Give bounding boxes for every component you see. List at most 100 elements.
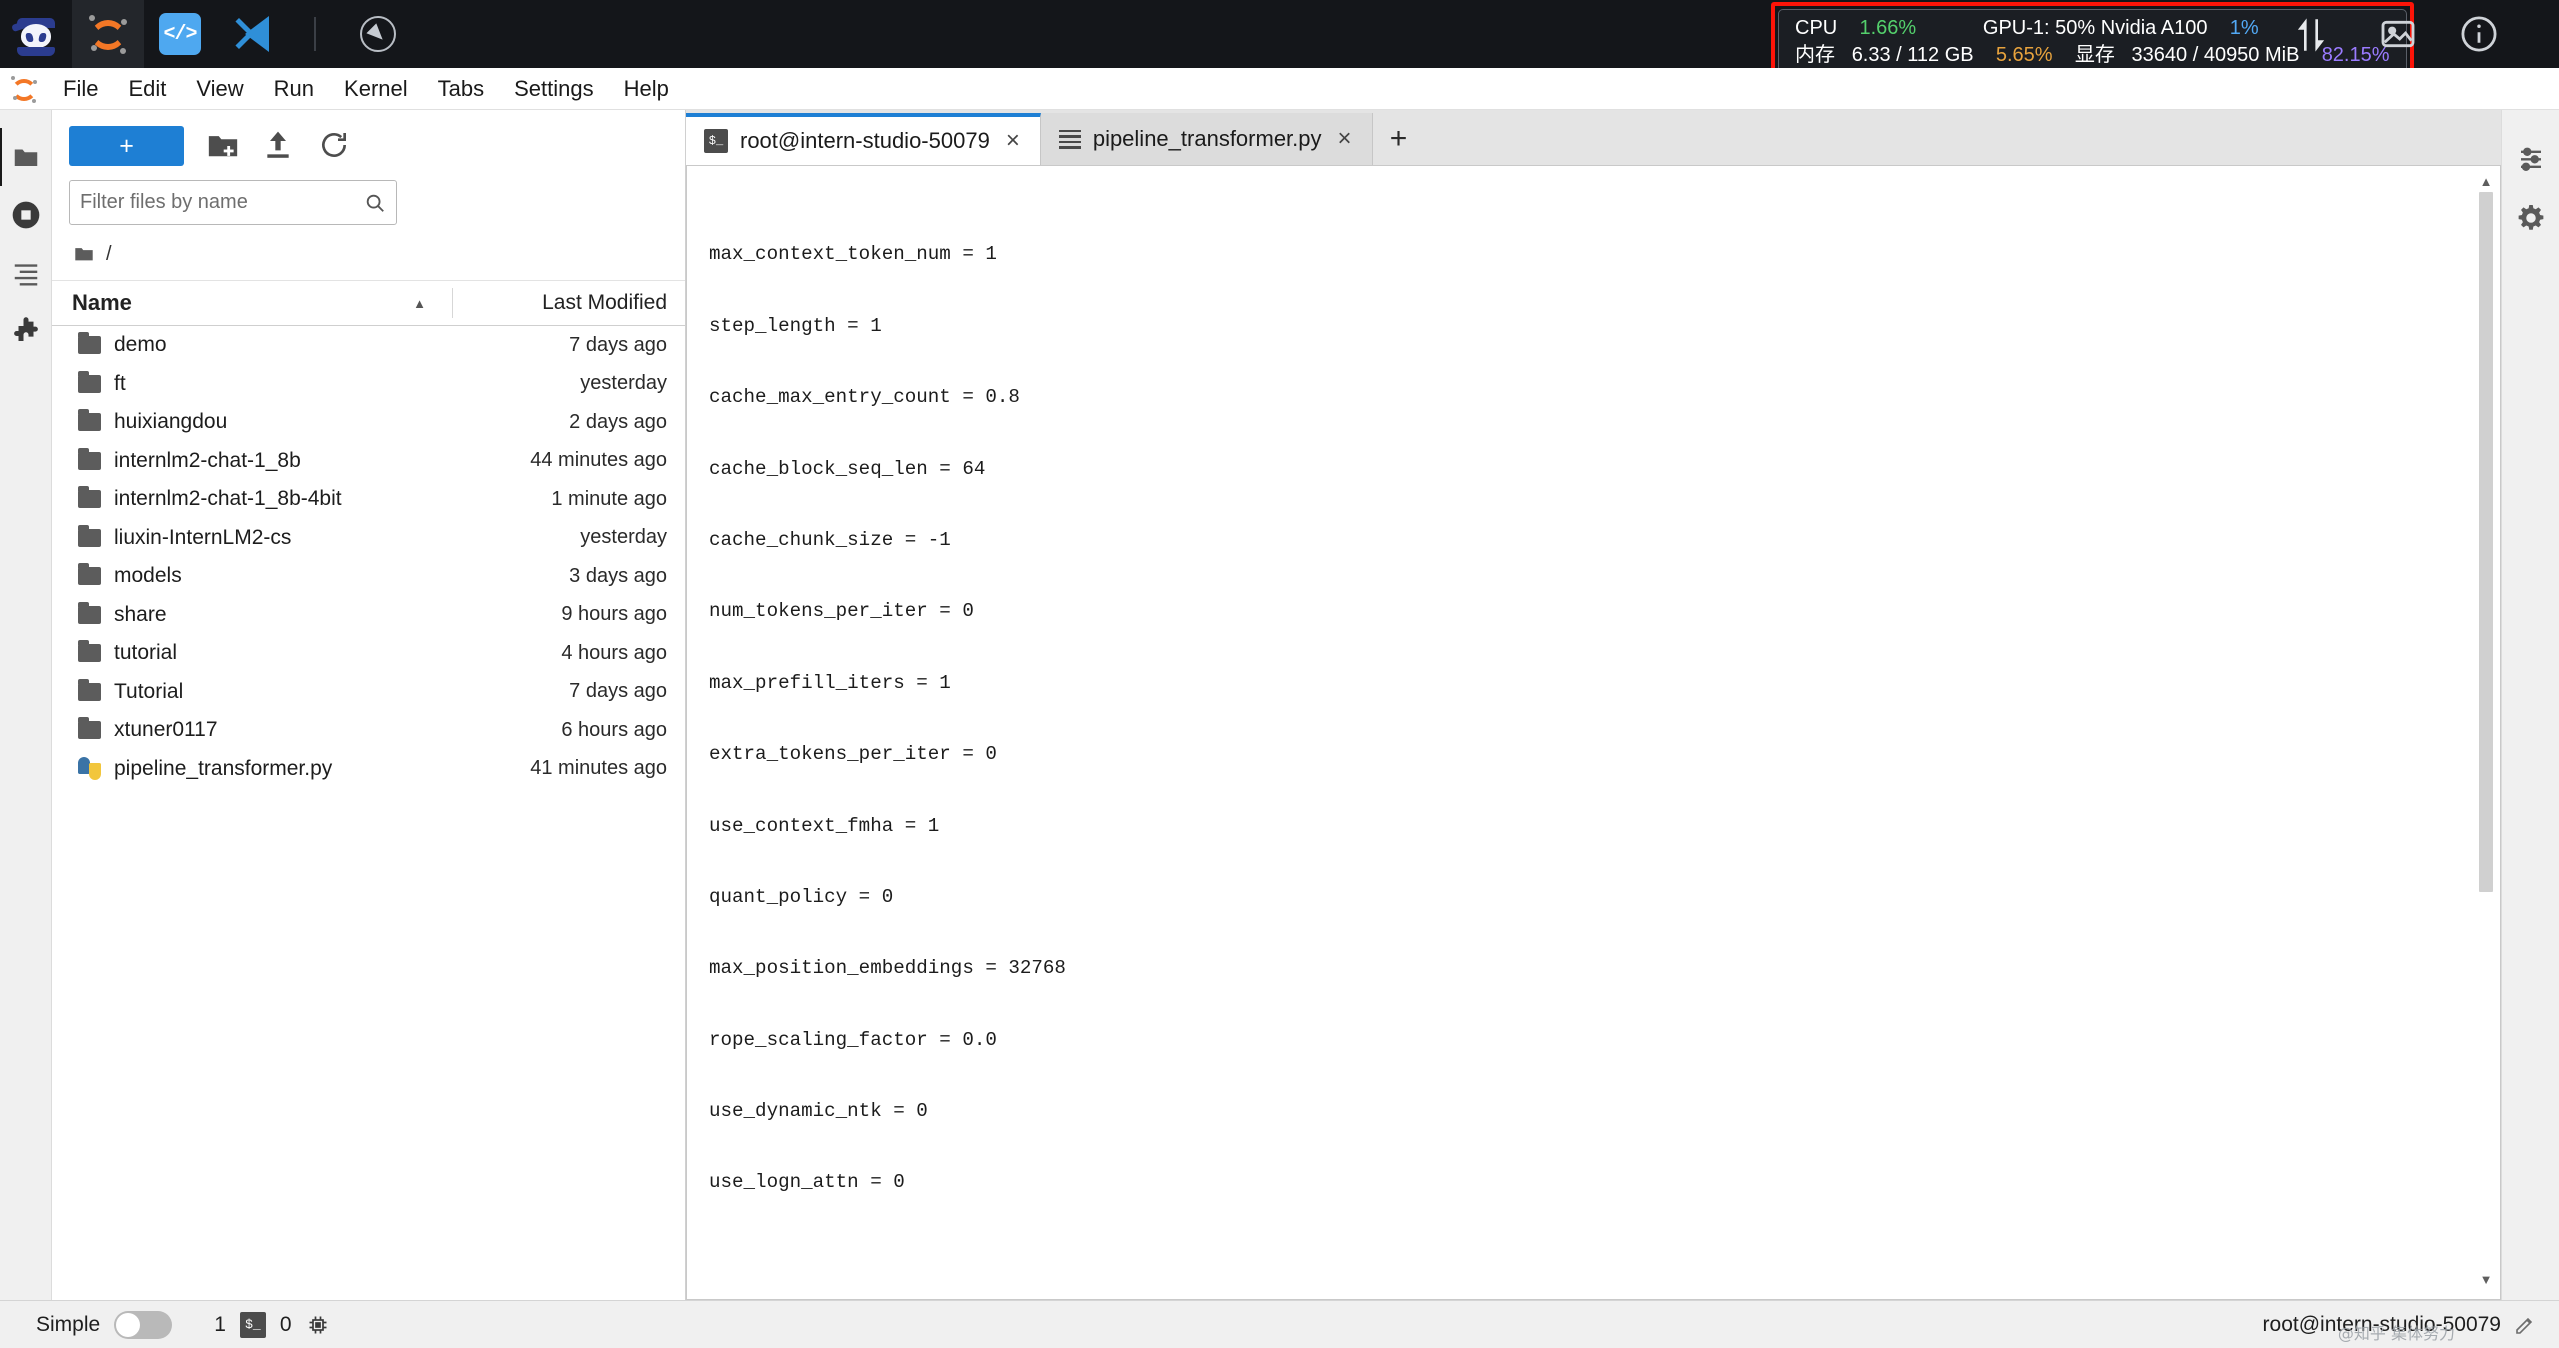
- filter-box[interactable]: [69, 180, 397, 225]
- tab-terminal[interactable]: $_ root@intern-studio-50079 ×: [686, 113, 1041, 165]
- config-line: max_context_token_num = 1: [709, 243, 997, 266]
- column-header-name[interactable]: Name: [72, 290, 413, 316]
- config-line: num_tokens_per_iter = 0: [709, 600, 974, 623]
- file-row-name-cell: share: [78, 601, 561, 627]
- file-row-name-cell: ft: [78, 370, 580, 396]
- file-name-label: xtuner0117: [114, 718, 218, 742]
- menu-file[interactable]: File: [48, 72, 113, 106]
- column-header-last-modified[interactable]: Last Modified: [467, 291, 667, 315]
- file-row[interactable]: liuxin-InternLM2-cs yesterday: [52, 519, 685, 558]
- watermark-text: @知乎 集体努力: [2337, 1324, 2455, 1343]
- menu-help[interactable]: Help: [609, 72, 684, 106]
- file-row-name-cell: models: [78, 563, 569, 588]
- folder-icon: [78, 601, 101, 624]
- scrollbar-track[interactable]: [2475, 192, 2497, 1268]
- new-tab-button[interactable]: +: [1372, 113, 1425, 165]
- file-row[interactable]: ft yesterday: [52, 365, 685, 404]
- simple-mode-toggle[interactable]: [114, 1310, 173, 1339]
- debugger-button[interactable]: [2502, 188, 2559, 248]
- file-row[interactable]: internlm2-chat-1_8b-4bit 1 minute ago: [52, 480, 685, 519]
- folder-icon: [78, 447, 101, 470]
- sidebar-item-toc[interactable]: [0, 244, 52, 302]
- python-file-icon: [78, 757, 101, 781]
- kernel-status-group[interactable]: 1 $_ 0: [214, 1311, 329, 1338]
- status-bar: Simple 1 $_ 0 root@intern-studio-50079: [0, 1300, 2559, 1348]
- menu-kernel[interactable]: Kernel: [329, 72, 423, 106]
- cpu-value: 1.66%: [1859, 17, 1917, 39]
- file-modified-label: 7 days ago: [569, 680, 667, 703]
- stop-circle-icon: [12, 201, 39, 229]
- breadcrumb-root: /: [106, 243, 112, 265]
- terminal-scrollbar[interactable]: ▲ ▼: [2475, 170, 2497, 1290]
- edit-pencil-icon[interactable]: [2513, 1313, 2537, 1337]
- file-row-name-cell: huixiangdou: [78, 409, 569, 434]
- file-row[interactable]: share 9 hours ago: [52, 596, 685, 635]
- scroll-down-arrow[interactable]: ▼: [2475, 1268, 2497, 1290]
- vram-value: 33640 / 40950 MiB: [2131, 44, 2300, 66]
- menu-tabs[interactable]: Tabs: [423, 72, 499, 106]
- file-row[interactable]: tutorial 4 hours ago: [52, 634, 685, 673]
- search-input[interactable]: [80, 191, 364, 214]
- folder-icon: [78, 678, 101, 701]
- file-row[interactable]: pipeline_transformer.py 41 minutes ago: [52, 750, 685, 789]
- toolbar-divider: [314, 17, 316, 51]
- memory-label: 内存: [1795, 44, 1835, 66]
- tab-pipeline-transformer[interactable]: pipeline_transformer.py ×: [1040, 113, 1373, 165]
- sidebar-item-file-browser[interactable]: [0, 128, 52, 186]
- menu-edit[interactable]: Edit: [113, 72, 181, 106]
- file-name-label: demo: [114, 333, 167, 357]
- sidebar-item-extensions[interactable]: [0, 302, 52, 360]
- config-line: max_prefill_iters = 1: [709, 671, 951, 694]
- config-line: cache_chunk_size = -1: [709, 528, 951, 551]
- scrollbar-thumb[interactable]: [2479, 192, 2493, 892]
- tab-close-icon[interactable]: ×: [1002, 127, 1024, 155]
- file-name-label: models: [114, 564, 182, 588]
- config-line: use_context_fmha = 1: [709, 814, 940, 837]
- cpu-label: CPU: [1795, 17, 1838, 39]
- network-up-down-icon[interactable]: [2290, 14, 2332, 56]
- file-row[interactable]: xtuner0117 6 hours ago: [52, 711, 685, 750]
- new-folder-button[interactable]: [206, 129, 240, 163]
- folder-icon: [78, 524, 101, 547]
- upload-button[interactable]: [262, 129, 296, 163]
- property-inspector-button[interactable]: [2502, 128, 2559, 188]
- file-name-label: internlm2-chat-1_8b: [114, 448, 301, 472]
- menu-run[interactable]: Run: [259, 72, 329, 106]
- refresh-button[interactable]: [318, 129, 352, 163]
- terminal-count: 0: [279, 1312, 292, 1336]
- compass-button[interactable]: [342, 0, 414, 68]
- file-row-name-cell: tutorial: [78, 640, 561, 665]
- file-row[interactable]: Tutorial 7 days ago: [52, 673, 685, 712]
- file-row[interactable]: demo 7 days ago: [52, 326, 685, 365]
- menu-settings[interactable]: Settings: [499, 72, 609, 106]
- top-bar: </> CPU 1.66% GPU-1: 50% Nvidia A100 1%: [0, 0, 2559, 83]
- terminal-area[interactable]: max_context_token_num = 1 step_length = …: [686, 166, 2501, 1300]
- internlm-ninja-logo[interactable]: [0, 0, 72, 68]
- sidebar-item-running[interactable]: [0, 186, 52, 244]
- scroll-up-arrow[interactable]: ▲: [2475, 170, 2497, 192]
- new-launcher-button[interactable]: +: [69, 126, 184, 166]
- file-name-label: pipeline_transformer.py: [114, 756, 333, 780]
- info-circle-icon: [2461, 16, 2497, 52]
- menu-view[interactable]: View: [181, 72, 258, 106]
- breadcrumb[interactable]: /: [52, 225, 685, 276]
- folder-icon: [14, 149, 37, 166]
- right-activity-rail: [2501, 110, 2559, 1300]
- tab-close-icon[interactable]: ×: [1334, 125, 1356, 153]
- puzzle-icon: [13, 317, 38, 341]
- info-button[interactable]: [2458, 0, 2500, 68]
- file-modified-label: 9 hours ago: [561, 603, 667, 626]
- compass-icon: [360, 16, 396, 52]
- code-brackets-button[interactable]: </>: [144, 0, 216, 68]
- image-button[interactable]: [2378, 0, 2418, 68]
- column-divider: [452, 288, 453, 318]
- file-row[interactable]: internlm2-chat-1_8b 44 minutes ago: [52, 442, 685, 481]
- jupyter-logo-button[interactable]: [72, 0, 144, 68]
- file-row[interactable]: huixiangdou 2 days ago: [52, 403, 685, 442]
- vscode-button[interactable]: [216, 0, 288, 68]
- file-row[interactable]: models 3 days ago: [52, 557, 685, 596]
- ninja-robot-icon: [11, 11, 59, 57]
- file-row-name-cell: liuxin-InternLM2-cs: [78, 524, 580, 550]
- code-brackets-icon: </>: [159, 13, 201, 55]
- gear-icon: [2518, 205, 2543, 230]
